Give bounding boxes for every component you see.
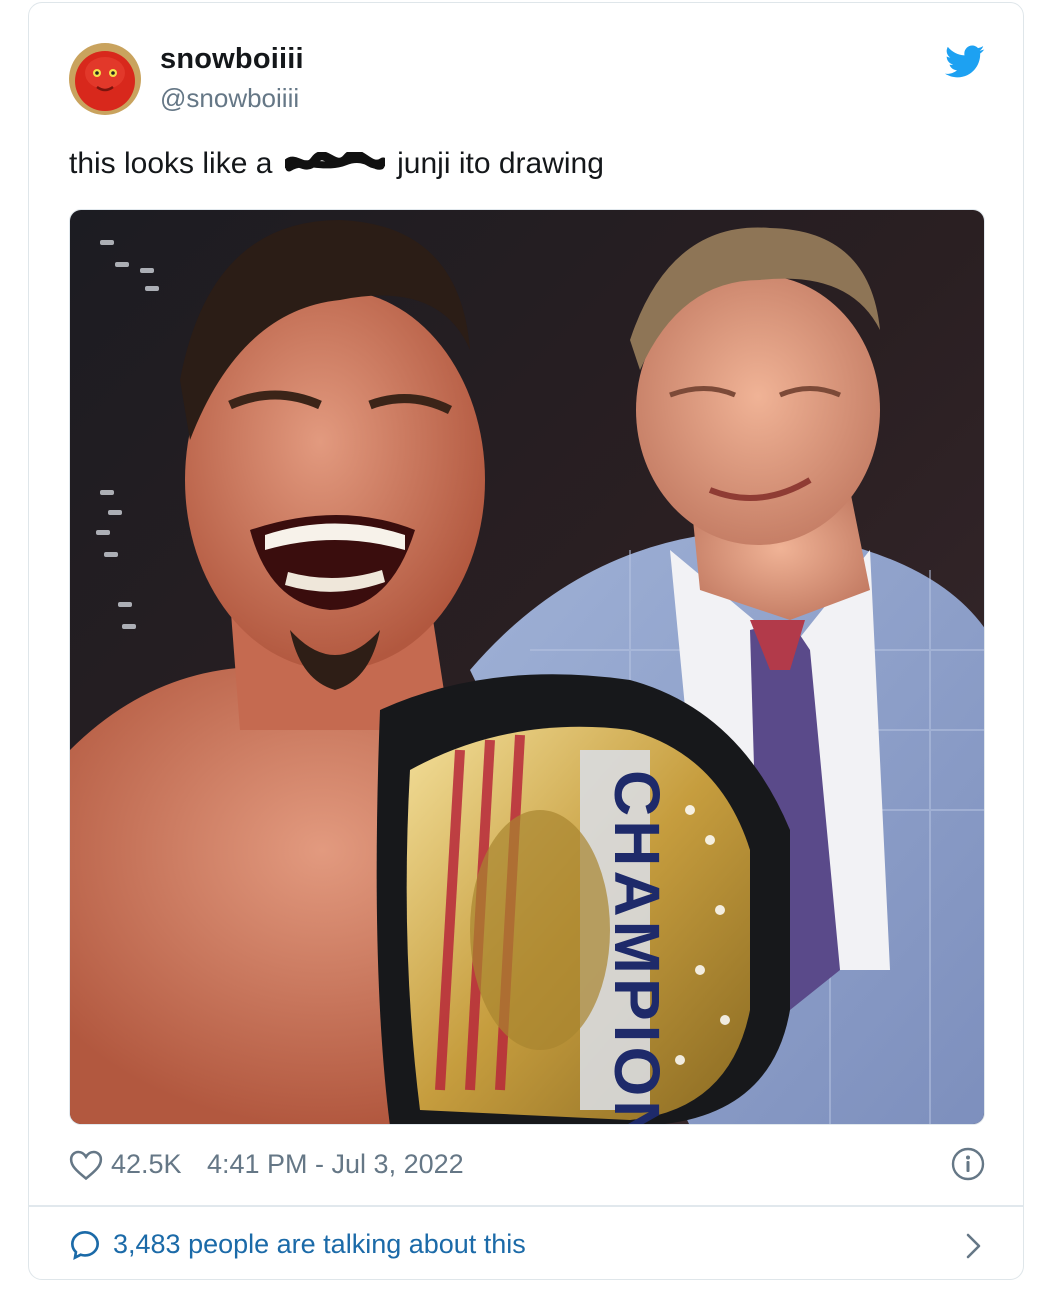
like-count[interactable]: 42.5K [111, 1149, 182, 1180]
tweet-meta-row: 42.5K 4:41 PM - Jul 3, 2022 [69, 1147, 985, 1187]
photo-illustration: CHAMPION [70, 210, 984, 1125]
divider [29, 1205, 1023, 1207]
chevron-right-icon[interactable] [963, 1231, 985, 1261]
tweet-photo[interactable]: CHAMPION [69, 209, 985, 1125]
info-icon[interactable] [951, 1147, 985, 1181]
belt-text: CHAMPION [601, 770, 673, 1125]
display-name[interactable]: snowboiiii [160, 43, 304, 76]
redaction-scribble [282, 149, 388, 174]
tweet-text: this looks like a junji ito drawing [69, 147, 604, 181]
conversation-link[interactable]: 3,483 people are talking about this [69, 1227, 985, 1267]
twitter-bird-icon[interactable] [945, 45, 985, 79]
tweet-text-after: junji ito drawing [397, 147, 604, 180]
heart-icon[interactable] [69, 1149, 103, 1181]
tweet-timestamp[interactable]: 4:41 PM - Jul 3, 2022 [207, 1149, 464, 1180]
user-handle[interactable]: @snowboiiii [160, 83, 299, 114]
speech-bubble-icon [69, 1229, 101, 1261]
tweet-text-before: this looks like a [69, 147, 273, 180]
avatar[interactable] [69, 43, 141, 115]
conversation-count-text[interactable]: 3,483 people are talking about this [113, 1229, 526, 1260]
tweet-card: snowboiiii @snowboiiii this looks like a… [28, 2, 1024, 1280]
avatar-image [69, 43, 141, 115]
